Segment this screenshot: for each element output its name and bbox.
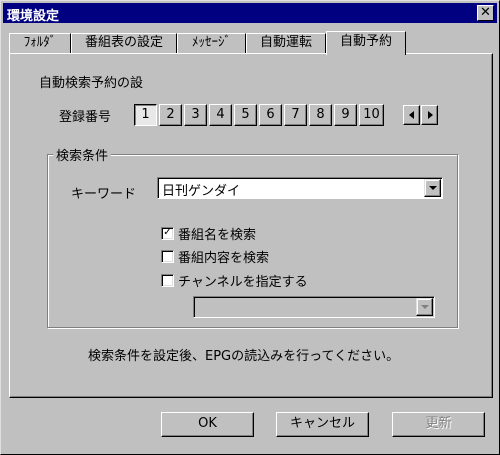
close-button[interactable]: ✕ [477, 5, 494, 21]
channel-combobox[interactable] [193, 296, 435, 318]
number-label: 4 [216, 107, 225, 122]
number-label: 8 [316, 107, 325, 122]
chevron-down-icon [429, 186, 437, 190]
number-button-2[interactable]: 2 [159, 104, 182, 126]
tab-auto-reservation[interactable]: 自動予約 [326, 31, 406, 55]
keyword-dropdown-button[interactable] [424, 179, 441, 197]
close-icon: ✕ [480, 5, 491, 20]
keyword-label: キーワード [71, 187, 137, 202]
checkmark-icon: ✓ [163, 227, 172, 238]
update-button[interactable]: 更新 [392, 412, 485, 437]
number-label: 1 [141, 107, 150, 122]
keyword-combobox[interactable]: 日刊ゲンダイ [157, 177, 443, 199]
ok-label: OK [198, 416, 217, 431]
ok-button[interactable]: OK [161, 412, 254, 437]
specify-channel-checkbox[interactable] [161, 274, 174, 287]
search-title-checkbox[interactable]: ✓ [161, 227, 174, 240]
keyword-value: 日刊ゲンダイ [162, 184, 241, 199]
tab-folder[interactable]: ﾌｫﾙﾀﾞ [9, 33, 71, 53]
number-label: 9 [341, 107, 350, 122]
number-label: 5 [241, 107, 250, 122]
cancel-button[interactable]: キャンセル [276, 412, 369, 437]
tab-label: ﾒｯｾｰｼﾞ [192, 35, 231, 50]
number-button-10[interactable]: 10 [359, 104, 384, 126]
arrow-left-icon [409, 111, 414, 119]
settings-dialog: 環境設定 ✕ ﾌｫﾙﾀﾞ 番組表の設定 ﾒｯｾｰｼﾞ 自動運転 自動予約 自動検… [0, 0, 500, 455]
number-label: 2 [166, 107, 175, 122]
prev-button[interactable] [403, 105, 420, 125]
next-button[interactable] [421, 105, 438, 125]
instruction-note: 検索条件を設定後、EPGの読込みを行ってください。 [88, 349, 400, 364]
tab-label: 自動予約 [339, 34, 392, 49]
number-button-3[interactable]: 3 [184, 104, 207, 126]
tab-label: 自動運転 [259, 35, 312, 50]
number-button-4[interactable]: 4 [209, 104, 232, 126]
number-button-7[interactable]: 7 [284, 104, 307, 126]
search-title-label: 番組名を検索 [178, 228, 257, 243]
arrow-right-icon [428, 111, 433, 119]
number-label: 3 [191, 107, 200, 122]
tab-label: ﾌｫﾙﾀﾞ [23, 35, 57, 50]
register-number-label: 登録番号 [59, 110, 112, 125]
number-button-6[interactable]: 6 [259, 104, 282, 126]
specify-channel-label: チャンネルを指定する [178, 275, 308, 290]
section-heading: 自動検索予約の設 [39, 76, 144, 91]
tab-label: 番組表の設定 [84, 35, 163, 50]
search-conditions-label: 検索条件 [53, 145, 112, 164]
number-button-8[interactable]: 8 [309, 104, 332, 126]
tab-message[interactable]: ﾒｯｾｰｼﾞ [177, 33, 246, 53]
number-label: 10 [363, 107, 380, 122]
search-content-checkbox[interactable] [161, 250, 174, 263]
number-button-5[interactable]: 5 [234, 104, 257, 126]
update-label: 更新 [425, 416, 452, 431]
window-title: 環境設定 [7, 9, 60, 24]
title-bar: 環境設定 ✕ [3, 3, 497, 24]
channel-dropdown-button[interactable] [416, 298, 433, 316]
number-button-1[interactable]: 1 [134, 104, 157, 126]
number-label: 7 [291, 107, 300, 122]
chevron-down-icon [421, 305, 429, 309]
tab-program-table-settings[interactable]: 番組表の設定 [71, 33, 177, 53]
number-label: 6 [266, 107, 275, 122]
search-content-label: 番組内容を検索 [178, 251, 270, 266]
tab-auto-run[interactable]: 自動運転 [246, 33, 326, 53]
number-button-9[interactable]: 9 [334, 104, 357, 126]
cancel-label: キャンセル [289, 416, 355, 431]
